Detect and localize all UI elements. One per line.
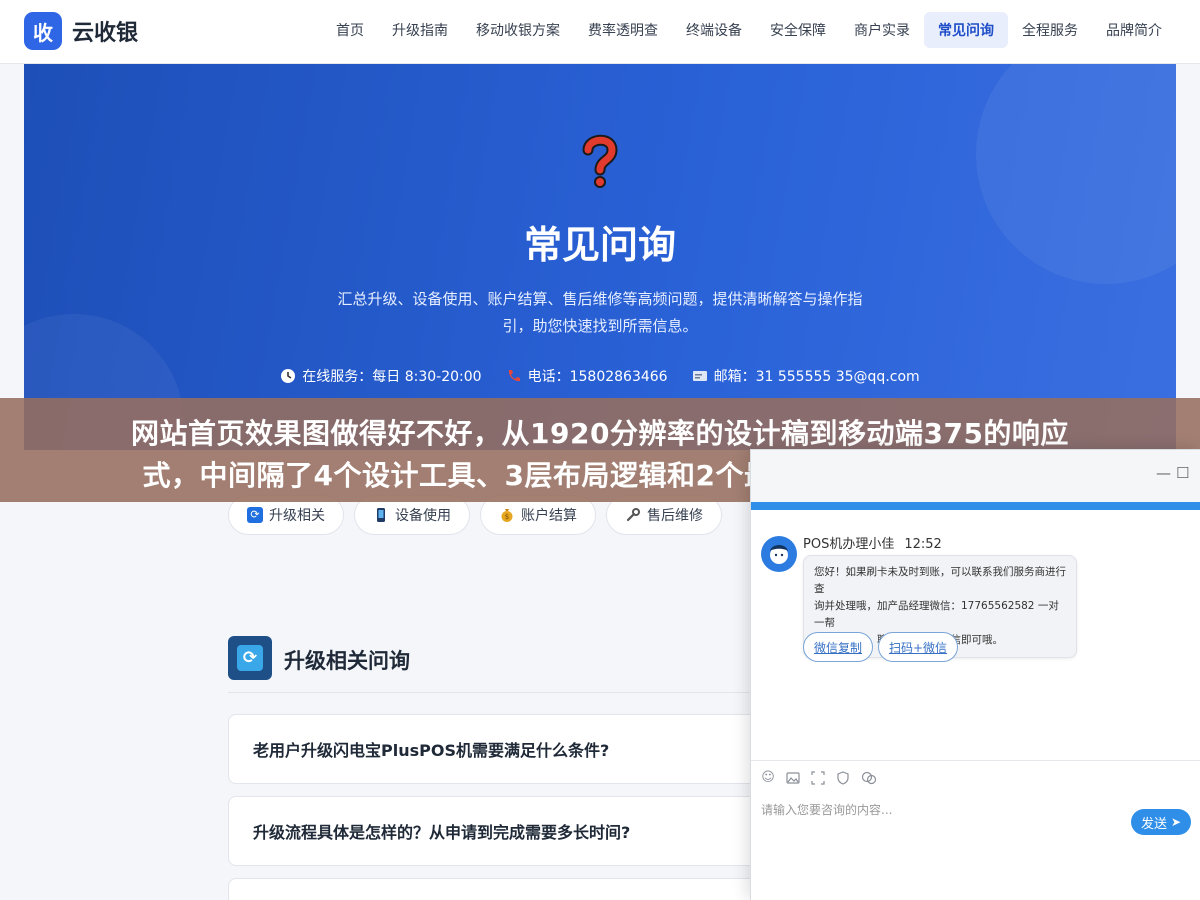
nav-item-full-service[interactable]: 全程服务 xyxy=(1008,12,1092,48)
chat-header: — ☐ xyxy=(751,450,1200,502)
chat-toolbar: ☺ xyxy=(761,771,886,785)
page-title: 常见问询 xyxy=(523,223,676,267)
agent-face-icon xyxy=(765,540,793,568)
nav-item-mobile-solution[interactable]: 移动收银方案 xyxy=(462,12,574,48)
shield-icon[interactable] xyxy=(836,771,850,785)
nav-item-merchant-cases[interactable]: 商户实录 xyxy=(840,12,924,48)
chat-bubbles-icon[interactable] xyxy=(861,771,877,785)
refresh-icon: ⟳ xyxy=(237,645,263,671)
section-divider xyxy=(228,692,768,693)
logo[interactable]: 收 云收银 xyxy=(24,12,138,50)
contact-phone-text: 电话：15802863466 xyxy=(527,369,668,385)
chip-label: 升级相关 xyxy=(269,508,325,524)
question-mark-icon xyxy=(582,134,618,188)
device-icon xyxy=(373,507,389,523)
chat-window: — ☐ POS机办理小佳 12:52 您好！如果刷卡未及时到账，可以联系我们服务商… xyxy=(750,449,1200,900)
contact-email-text: 邮箱：31 555555 35@qq.com xyxy=(713,369,920,385)
contact-service-hours: 在线服务：每日 8:30-20:00 xyxy=(280,366,482,386)
send-arrow-icon: ➤ xyxy=(1170,815,1182,829)
chat-accent-bar xyxy=(751,502,1200,510)
clock-icon xyxy=(280,368,296,384)
contact-phone[interactable]: 电话：15802863466 xyxy=(506,366,668,386)
minimize-icon[interactable]: — xyxy=(1156,464,1171,482)
send-button[interactable]: 发送 ➤ xyxy=(1131,809,1191,835)
svg-text:$: $ xyxy=(505,513,509,521)
chip-label: 账户结算 xyxy=(521,508,577,524)
agent-name-text: POS机办理小佳 xyxy=(803,537,895,552)
wrench-icon xyxy=(625,507,641,523)
chat-message-input[interactable] xyxy=(761,800,1121,820)
chip-label: 售后维修 xyxy=(647,508,703,524)
emoji-icon[interactable]: ☺ xyxy=(761,771,775,785)
screenshot-icon[interactable] xyxy=(811,771,825,785)
contact-info: 在线服务：每日 8:30-20:00 电话：15802863466 邮箱：31 … xyxy=(24,366,1176,386)
nav-item-brand-intro[interactable]: 品牌简介 xyxy=(1092,12,1176,48)
hero-description: 汇总升级、设备使用、账户结算、售后维修等高频问题，提供清晰解答与操作指 引，助您… xyxy=(300,286,900,340)
copy-wechat-button[interactable]: 微信复制 xyxy=(803,632,874,662)
faq-item[interactable]: 老用户升级闪电宝PlusPOS机需要满足什么条件? xyxy=(228,714,788,784)
mail-icon xyxy=(692,368,708,384)
section-icon: ⟳ xyxy=(228,636,272,680)
money-bag-icon: $ xyxy=(499,507,515,523)
scan-wechat-button[interactable]: 扫码+微信 xyxy=(878,632,959,662)
send-button-label: 发送 xyxy=(1140,816,1167,832)
message-line: 您好！如果刷卡未及时到账，可以联系我们服务商进行查 xyxy=(814,566,1066,595)
image-icon[interactable] xyxy=(786,771,800,785)
banner-line: 网站首页效果图做得好不好，从1920分辨率的设计稿到移动端375的响应 xyxy=(131,417,1069,450)
nav-item-faq[interactable]: 常见问询 xyxy=(924,12,1008,48)
chat-divider xyxy=(751,760,1200,761)
message-line: 询并处理哦，加产品经理微信：17765562582 一对一帮 xyxy=(814,600,1059,629)
nav-item-terminal-devices[interactable]: 终端设备 xyxy=(672,12,756,48)
refresh-icon: ⟳ xyxy=(247,507,263,523)
hero-description-line: 汇总升级、设备使用、账户结算、售后维修等高频问题，提供清晰解答与操作指 xyxy=(337,290,863,308)
contact-email[interactable]: 邮箱：31 555555 35@qq.com xyxy=(692,366,920,386)
logo-name: 云收银 xyxy=(72,21,139,46)
chip-label: 设备使用 xyxy=(395,508,451,524)
avatar xyxy=(761,536,797,572)
faq-item[interactable]: 升级流程具体是怎样的？从申请到完成需要多长时间? xyxy=(228,796,788,866)
nav-item-security[interactable]: 安全保障 xyxy=(756,12,840,48)
logo-mark: 收 xyxy=(24,12,62,50)
phone-icon xyxy=(506,368,522,384)
faq-item[interactable] xyxy=(228,878,788,900)
main-nav: 首页 升级指南 移动收银方案 费率透明查 终端设备 安全保障 商户实录 常见问询… xyxy=(322,12,1176,48)
contact-service-hours-text: 在线服务：每日 8:30-20:00 xyxy=(302,369,482,385)
nav-item-home[interactable]: 首页 xyxy=(322,12,378,48)
top-header: 收 云收银 首页 升级指南 移动收银方案 费率透明查 终端设备 安全保障 商户实… xyxy=(0,0,1200,64)
message-time: 12:52 xyxy=(904,537,942,552)
hero-description-line: 引，助您快速找到所需信息。 xyxy=(502,317,698,335)
nav-item-fee-check[interactable]: 费率透明查 xyxy=(574,12,672,48)
agent-name: POS机办理小佳 12:52 xyxy=(803,533,942,552)
section-title: 升级相关问询 xyxy=(284,649,410,673)
maximize-icon[interactable]: ☐ xyxy=(1176,464,1189,482)
hero-section: 常见问询 汇总升级、设备使用、账户结算、售后维修等高频问题，提供清晰解答与操作指… xyxy=(24,64,1176,450)
nav-item-upgrade-guide[interactable]: 升级指南 xyxy=(378,12,462,48)
